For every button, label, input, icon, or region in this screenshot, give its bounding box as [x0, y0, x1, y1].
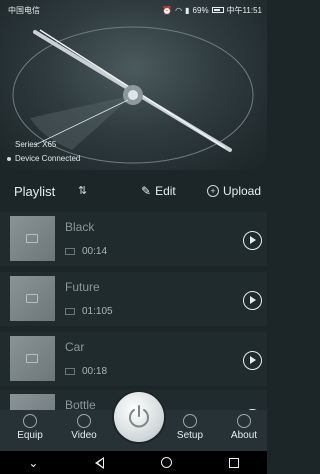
- alarm-icon: ⏰: [162, 5, 173, 15]
- playlist-toolbar: Playlist ⇅ ✎ Edit + Upload: [0, 176, 267, 206]
- nav-video-label: Video: [71, 430, 97, 441]
- clock: 中午11:51: [226, 5, 262, 15]
- pencil-icon: ✎: [141, 184, 152, 198]
- power-icon: [129, 405, 149, 428]
- recents-icon[interactable]: [228, 457, 239, 468]
- back-icon[interactable]: [95, 456, 105, 469]
- home-icon[interactable]: [160, 457, 172, 468]
- upload-label: Upload: [223, 184, 262, 198]
- edit-button[interactable]: ✎ Edit: [141, 184, 176, 198]
- compass-icon: [23, 414, 37, 428]
- sort-icon[interactable]: ⇅: [78, 184, 87, 197]
- signal-icon: ▮: [185, 5, 190, 15]
- play-button[interactable]: [243, 351, 262, 370]
- system-navigation-bar: ⌄: [0, 451, 267, 474]
- playlist-item[interactable]: Future 01:105: [0, 272, 267, 326]
- nav-equip[interactable]: Equip: [10, 414, 50, 441]
- video-icon: [65, 308, 75, 315]
- status-bar: 中国电信 ⏰ ◠ ▮ 69% 中午11:51: [0, 0, 267, 20]
- video-thumbnail: [10, 336, 55, 381]
- upload-button[interactable]: + Upload: [207, 184, 261, 198]
- item-duration: 00:18: [82, 366, 108, 377]
- battery-icon: [211, 7, 224, 13]
- device-preview: Series: X65 Device Connected: [0, 0, 267, 170]
- video-thumbnail: [10, 276, 55, 321]
- gear-icon: [183, 414, 197, 428]
- item-title: Black: [65, 220, 95, 234]
- playlist-item[interactable]: Black 00:14: [0, 212, 267, 266]
- play-button[interactable]: [243, 231, 262, 250]
- menu-icon: [77, 414, 91, 428]
- carrier-label: 中国电信: [8, 5, 40, 15]
- playlist-item[interactable]: Car 00:18: [0, 332, 267, 386]
- battery-percent: 69%: [192, 5, 209, 15]
- power-button[interactable]: [114, 392, 164, 442]
- nav-equip-label: Equip: [17, 430, 43, 441]
- wifi-icon: ◠: [175, 5, 183, 15]
- nav-about[interactable]: About: [224, 414, 264, 441]
- status-indicators: ⏰ ◠ ▮ 69% 中午11:51: [162, 5, 262, 16]
- nav-video[interactable]: Video: [64, 414, 104, 441]
- device-series-label: Series: X65: [15, 140, 57, 149]
- play-button[interactable]: [243, 291, 262, 310]
- nav-setup[interactable]: Setup: [170, 414, 210, 441]
- item-duration: 01:105: [82, 306, 113, 317]
- item-title: Future: [65, 280, 100, 294]
- edit-label: Edit: [155, 184, 176, 198]
- user-icon: [237, 414, 251, 428]
- video-icon: [65, 248, 75, 255]
- plus-icon: +: [207, 185, 219, 197]
- item-duration: 00:14: [82, 246, 108, 257]
- video-icon: [65, 368, 75, 375]
- playlist-title: Playlist: [14, 183, 56, 199]
- status-dot-icon: [7, 156, 11, 161]
- hide-keyboard-icon[interactable]: ⌄: [28, 456, 38, 470]
- nav-setup-label: Setup: [176, 430, 204, 441]
- connection-status-text: Device Connected: [15, 154, 81, 163]
- connection-status: Device Connected: [7, 154, 80, 163]
- item-title: Car: [65, 340, 85, 354]
- video-thumbnail: [10, 216, 55, 261]
- nav-about-label: About: [230, 430, 258, 441]
